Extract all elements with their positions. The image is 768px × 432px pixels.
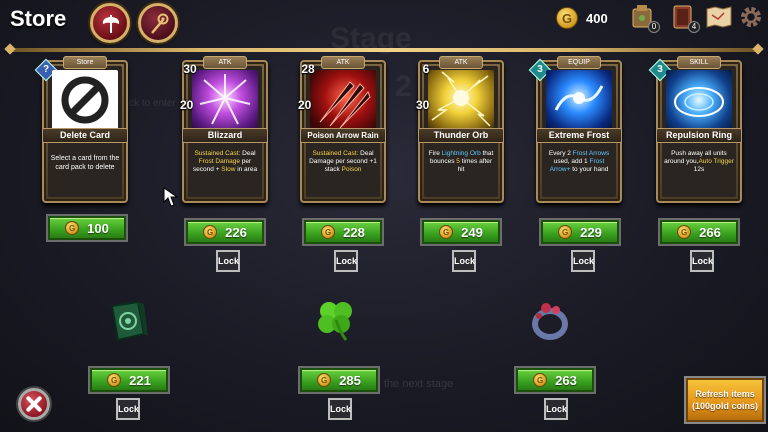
card-type-label: SKILL xyxy=(677,56,721,69)
gold-value: 400 xyxy=(586,10,608,26)
header-divider xyxy=(8,48,760,52)
shop-card-thunder-orb[interactable]: ATK 6 30 Thunder Orb Fire Lightning Orb … xyxy=(416,56,504,203)
gold-coin-icon: G xyxy=(677,225,692,239)
gold-coin-icon: G xyxy=(556,7,578,29)
buy-gem-ring-button[interactable]: G 263 xyxy=(516,368,594,392)
card-type-label: ATK xyxy=(439,56,483,69)
card-name: Repulsion Ring xyxy=(656,128,742,143)
card-name: Extreme Frost xyxy=(536,128,622,143)
refresh-items-button[interactable]: Refresh items (100gold coins) xyxy=(686,378,764,422)
card-description: Every 2 Frost Arrows used, add 1 Frost A… xyxy=(548,150,610,173)
shop-card-poison-arrow-rain[interactable]: ATK 28 20 Poison Arrow Rain Sustained Ca… xyxy=(298,56,386,203)
page-title: Store xyxy=(10,6,67,31)
buy-extreme-frost-button[interactable]: G 229 xyxy=(541,220,619,244)
lock-thunder-orb-button[interactable]: Lock xyxy=(452,250,476,272)
bg-stage-number: 2 xyxy=(395,70,412,103)
card-art xyxy=(310,70,376,130)
relic-bag-button[interactable]: 0 xyxy=(630,3,660,33)
frost-swirl-icon xyxy=(554,85,604,111)
card-type-label: Store xyxy=(63,56,107,69)
buy-blizzard-button[interactable]: G 226 xyxy=(186,220,264,244)
card-type-label: ATK xyxy=(321,56,365,69)
staff-icon xyxy=(151,13,169,34)
lock-gem-ring-button[interactable]: Lock xyxy=(544,398,568,420)
item-green-tome[interactable] xyxy=(104,296,152,344)
repulsion-ring-icon xyxy=(674,87,724,117)
gear-icon xyxy=(741,7,761,27)
gold-coin-icon: G xyxy=(439,225,454,239)
refresh-cost-label: (100gold coins) xyxy=(691,401,758,411)
card-description: Select a card from the card pack to dele… xyxy=(50,155,120,171)
card-name: Blizzard xyxy=(182,128,268,143)
card-type-label: ATK xyxy=(203,56,247,69)
map-icon xyxy=(706,6,732,28)
card-cost: 30 xyxy=(183,62,197,76)
card-description: Sustained Cast: Deal Frost Damage per se… xyxy=(192,150,258,173)
lock-repulsion-ring-button[interactable]: Lock xyxy=(690,250,714,272)
lock-blizzard-button[interactable]: Lock xyxy=(216,250,240,272)
gem-ring-icon xyxy=(532,303,568,340)
gold-coin-icon: G xyxy=(65,221,80,235)
card-attack: 20 xyxy=(180,98,194,112)
card-cost: 28 xyxy=(301,62,315,76)
settings-button[interactable] xyxy=(738,3,764,31)
lightning-orb-icon xyxy=(431,71,491,127)
card-cost: 6 xyxy=(422,62,430,76)
item-gem-ring[interactable] xyxy=(526,296,574,344)
buy-poison-arrow-rain-button[interactable]: G 228 xyxy=(304,220,382,244)
buy-four-leaf-clover-button[interactable]: G 285 xyxy=(300,368,378,392)
gold-coin-icon: G xyxy=(321,225,336,239)
card-art xyxy=(666,70,732,130)
buy-repulsion-ring-button[interactable]: G 266 xyxy=(660,220,738,244)
gold-coin-icon: G xyxy=(107,373,122,387)
card-description: Fire Lightning Orb that bounces 5 times … xyxy=(428,150,494,173)
four-leaf-clover-icon xyxy=(318,302,352,341)
item-four-leaf-clover[interactable] xyxy=(312,296,360,344)
cursor-icon xyxy=(163,187,179,207)
lock-poison-arrow-rain-button[interactable]: Lock xyxy=(334,250,358,272)
lock-green-tome-button[interactable]: Lock xyxy=(116,398,140,420)
staff-mode-button[interactable] xyxy=(138,3,178,43)
blizzard-burst-icon xyxy=(199,74,251,125)
bg-next-hint: the next stage xyxy=(384,378,454,390)
card-deck-button[interactable]: 4 xyxy=(670,3,700,33)
card-attack: 20 xyxy=(298,98,312,112)
arrow-rain-icon xyxy=(319,81,371,129)
card-name: Delete Card xyxy=(42,128,128,143)
axe-icon xyxy=(102,15,120,33)
gold-coin-icon: G xyxy=(203,225,218,239)
card-name: Poison Arrow Rain xyxy=(300,128,386,143)
buy-green-tome-button[interactable]: G 221 xyxy=(90,368,168,392)
gold-coin-icon: G xyxy=(317,373,332,387)
gold-coin-icon: G xyxy=(558,225,573,239)
card-description: Sustained Cast: Deal Damage per second +… xyxy=(309,150,377,173)
shop-card-blizzard[interactable]: ATK 30 20 Blizzard Sustained Cast: Deal … xyxy=(180,56,268,203)
shop-card-repulsion-ring[interactable]: SKILL 3 Repulsion Ring Push away all uni… xyxy=(648,56,742,203)
lock-four-leaf-clover-button[interactable]: Lock xyxy=(328,398,352,420)
card-attack: 30 xyxy=(416,98,430,112)
card-art xyxy=(546,70,612,130)
lock-extreme-frost-button[interactable]: Lock xyxy=(571,250,595,272)
deck-count-badge: 4 xyxy=(688,21,700,33)
card-type-label: EQUIP xyxy=(557,56,601,69)
card-description: Push away all units around you,Auto Trig… xyxy=(664,150,734,173)
card-name: Thunder Orb xyxy=(418,128,504,143)
gold-coin-icon: G xyxy=(533,373,548,387)
close-button[interactable] xyxy=(18,388,50,420)
map-button[interactable] xyxy=(704,3,734,31)
buy-delete-card-button[interactable]: G 100 xyxy=(48,216,126,240)
green-tome-icon xyxy=(110,300,148,342)
axe-mode-button[interactable] xyxy=(90,3,130,43)
shop-card-extreme-frost[interactable]: EQUIP 3 Extreme Frost Every 2 Frost Arro… xyxy=(528,56,622,203)
shop-card-delete[interactable]: Store ? Delete Card Select a card from t… xyxy=(34,56,128,203)
card-art xyxy=(192,70,258,130)
prohibited-icon xyxy=(61,76,109,124)
card-art xyxy=(52,70,118,130)
card-art xyxy=(428,70,494,130)
relic-count-badge: 0 xyxy=(648,21,660,33)
gold-counter: G 400 xyxy=(556,7,608,29)
refresh-label: Refresh items xyxy=(695,389,755,399)
buy-thunder-orb-button[interactable]: G 249 xyxy=(422,220,500,244)
